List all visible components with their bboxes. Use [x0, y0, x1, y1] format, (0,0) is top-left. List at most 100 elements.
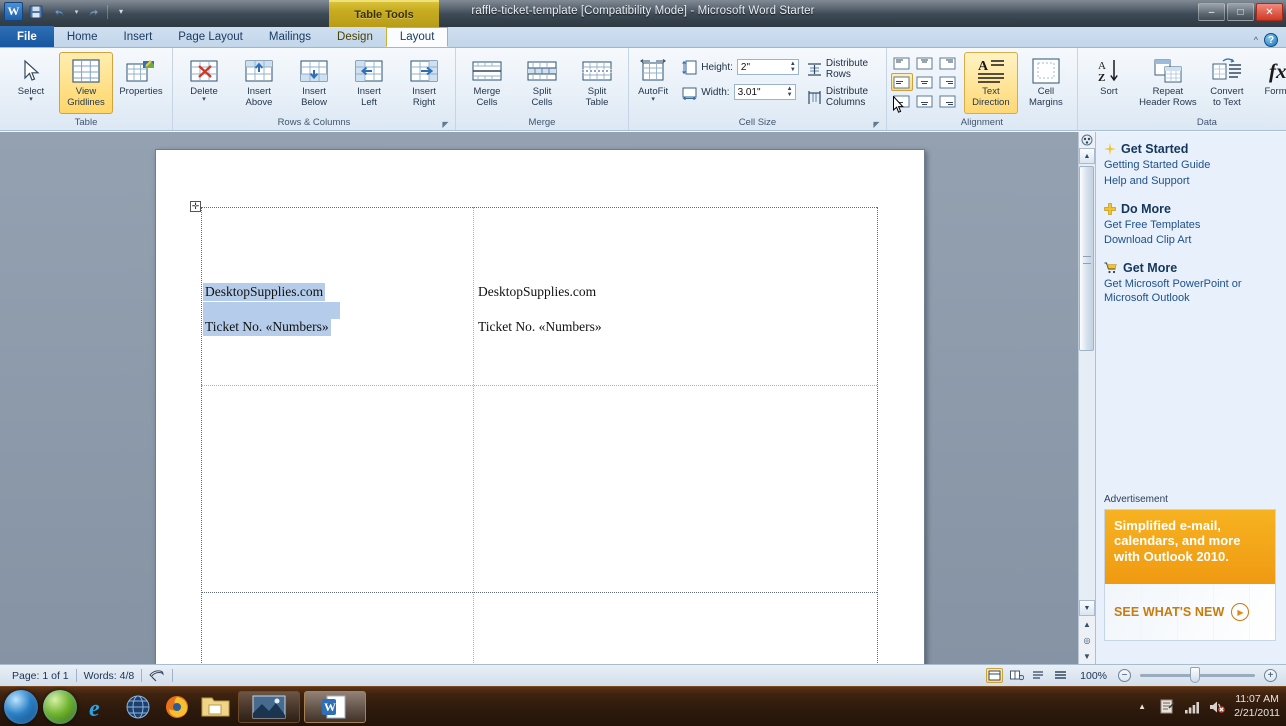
quick-access-toolbar[interactable]: W ▾ ▾ — [4, 2, 131, 21]
zoom-slider-track[interactable] — [1140, 667, 1255, 683]
advertisement-cta-area[interactable]: SEE WHAT'S NEW ▶ — [1105, 584, 1275, 640]
properties-button[interactable]: Properties — [114, 52, 168, 114]
document-page[interactable]: ✛ DesktopSupplies.com Ticket No. «Number… — [155, 149, 925, 664]
align-top-left-button[interactable] — [891, 54, 913, 72]
delete-caret-icon[interactable]: ▾ — [202, 96, 206, 103]
scroll-up-button[interactable]: ▲ — [1079, 148, 1095, 164]
cell-2-line-2[interactable]: Ticket No. «Numbers» — [476, 318, 604, 336]
rows-columns-dialog-launcher-icon[interactable]: ◤ — [441, 120, 450, 129]
align-center-left-button[interactable] — [890, 73, 913, 91]
table-move-handle[interactable]: ✛ — [190, 201, 201, 212]
play-icon[interactable]: ▶ — [1231, 603, 1250, 621]
zoom-level-label[interactable]: 100% — [1074, 670, 1113, 682]
insert-below-button[interactable]: Insert Below — [287, 52, 341, 114]
document-table[interactable]: DesktopSupplies.com Ticket No. «Numbers»… — [201, 207, 878, 664]
tab-design[interactable]: Design — [324, 27, 386, 47]
volume-icon[interactable] — [1209, 699, 1225, 715]
alignment-grid[interactable] — [890, 52, 959, 110]
align-center-button[interactable] — [914, 73, 936, 91]
undo-dropdown-icon[interactable]: ▾ — [72, 2, 81, 21]
cell-1-line-2[interactable]: Ticket No. «Numbers» — [203, 318, 331, 336]
row-height-spinner[interactable]: ▲ ▼ — [790, 61, 796, 73]
minimize-button[interactable]: – — [1198, 3, 1225, 21]
firefox-icon[interactable] — [160, 691, 194, 723]
windows-orb-green-icon[interactable] — [43, 689, 77, 724]
sidebar-link-getting-started-guide[interactable]: Getting Started Guide — [1104, 159, 1278, 173]
align-top-right-button[interactable] — [937, 54, 959, 72]
globe-icon[interactable] — [121, 691, 155, 723]
close-button[interactable]: ✕ — [1256, 3, 1283, 21]
align-bottom-left-button[interactable] — [891, 92, 913, 110]
document-area[interactable]: ✛ DesktopSupplies.com Ticket No. «Number… — [0, 132, 1078, 664]
start-orb-icon[interactable] — [4, 689, 38, 724]
insert-right-button[interactable]: Insert Right — [397, 52, 451, 114]
scrollbar-track[interactable] — [1079, 164, 1095, 600]
action-center-icon[interactable] — [1159, 699, 1175, 715]
zoom-in-button[interactable]: + — [1264, 669, 1277, 682]
view-full-screen-reading-button[interactable] — [1008, 668, 1025, 683]
previous-page-button[interactable]: ▲ — [1079, 616, 1095, 632]
select-browse-object-icon[interactable] — [1079, 132, 1095, 148]
autofit-button[interactable]: AutoFit ▾ — [633, 52, 673, 114]
formula-button[interactable]: fx Formula — [1255, 52, 1286, 114]
maximize-button[interactable]: □ — [1227, 3, 1254, 21]
split-cells-button[interactable]: Split Cells — [515, 52, 569, 114]
view-web-layout-button[interactable] — [1030, 668, 1047, 683]
distribute-columns-button[interactable]: Distribute Columns — [807, 86, 882, 108]
row-height-control[interactable]: Height: 2" ▲ ▼ — [680, 57, 799, 77]
zoom-out-button[interactable]: − — [1118, 669, 1131, 682]
tab-file[interactable]: File — [0, 26, 54, 47]
text-direction-button[interactable]: A Text Direction — [963, 52, 1018, 114]
scrollbar-thumb[interactable] — [1079, 166, 1094, 351]
clock[interactable]: 11:07 AM 2/21/2011 — [1234, 693, 1280, 719]
sidebar-link-get-microsoft-powerpoint-or-outlook[interactable]: Get Microsoft PowerPoint or Microsoft Ou… — [1104, 278, 1278, 306]
ribbon-tab-bar[interactable]: File Home Insert Page Layout Mailings De… — [0, 26, 1286, 48]
tab-insert[interactable]: Insert — [111, 27, 166, 47]
cell-1-blank-line[interactable] — [203, 302, 340, 319]
tab-home[interactable]: Home — [54, 27, 111, 47]
network-icon[interactable] — [1184, 699, 1200, 715]
word-window-button[interactable]: W — [304, 690, 366, 723]
word-count-indicator[interactable]: Words: 4/8 — [77, 670, 142, 682]
proofing-status-icon[interactable] — [142, 669, 172, 683]
merge-cells-button[interactable]: Merge Cells — [460, 52, 514, 114]
vertical-scrollbar[interactable]: ▲ ▼ ▲ ◎ ▼ — [1078, 132, 1095, 664]
select-caret-icon[interactable]: ▾ — [29, 96, 33, 103]
view-print-layout-button[interactable] — [986, 668, 1004, 683]
sidebar-link-get-free-templates[interactable]: Get Free Templates — [1104, 219, 1278, 233]
delete-button[interactable]: Delete ▾ — [177, 52, 231, 114]
save-icon[interactable] — [26, 2, 46, 21]
help-icon[interactable]: ? — [1264, 33, 1278, 47]
sidebar-link-download-clip-art[interactable]: Download Clip Art — [1104, 234, 1278, 248]
browse-object-button[interactable]: ◎ — [1079, 632, 1095, 648]
split-table-button[interactable]: Split Table — [570, 52, 624, 114]
tab-mailings[interactable]: Mailings — [256, 27, 324, 47]
internet-explorer-icon[interactable]: e — [82, 691, 116, 723]
sort-button[interactable]: AZ Sort — [1082, 52, 1136, 114]
cell-1-line-1[interactable]: DesktopSupplies.com — [203, 283, 326, 301]
scroll-down-button[interactable]: ▼ — [1079, 600, 1095, 616]
tab-page-layout[interactable]: Page Layout — [165, 27, 256, 47]
next-page-button[interactable]: ▼ — [1079, 648, 1095, 664]
sidebar-link-help-and-support[interactable]: Help and Support — [1104, 175, 1278, 189]
word-logo-icon[interactable]: W — [4, 2, 23, 21]
autofit-caret-icon[interactable]: ▾ — [651, 96, 655, 103]
view-gridlines-button[interactable]: View Gridlines — [59, 52, 113, 114]
align-top-center-button[interactable] — [914, 54, 936, 72]
page-indicator[interactable]: Page: 1 of 1 — [5, 670, 76, 682]
align-center-right-button[interactable] — [937, 73, 959, 91]
undo-icon[interactable] — [49, 2, 69, 21]
insert-above-button[interactable]: Insert Above — [232, 52, 286, 114]
tab-layout[interactable]: Layout — [385, 27, 449, 47]
column-width-control[interactable]: Width: 3.01" ▲ ▼ — [680, 82, 798, 102]
insert-left-button[interactable]: Insert Left — [342, 52, 396, 114]
align-bottom-right-button[interactable] — [937, 92, 959, 110]
select-button[interactable]: Select ▾ — [4, 52, 58, 114]
cell-size-dialog-launcher-icon[interactable]: ◤ — [872, 120, 881, 129]
show-hidden-icons-button[interactable]: ▲ — [1134, 699, 1150, 715]
align-bottom-center-button[interactable] — [914, 92, 936, 110]
zoom-slider-thumb[interactable] — [1190, 667, 1200, 683]
convert-to-text-button[interactable]: Convert to Text — [1200, 52, 1254, 114]
redo-icon[interactable] — [84, 2, 104, 21]
collapse-ribbon-icon[interactable]: ^ — [1254, 35, 1258, 45]
